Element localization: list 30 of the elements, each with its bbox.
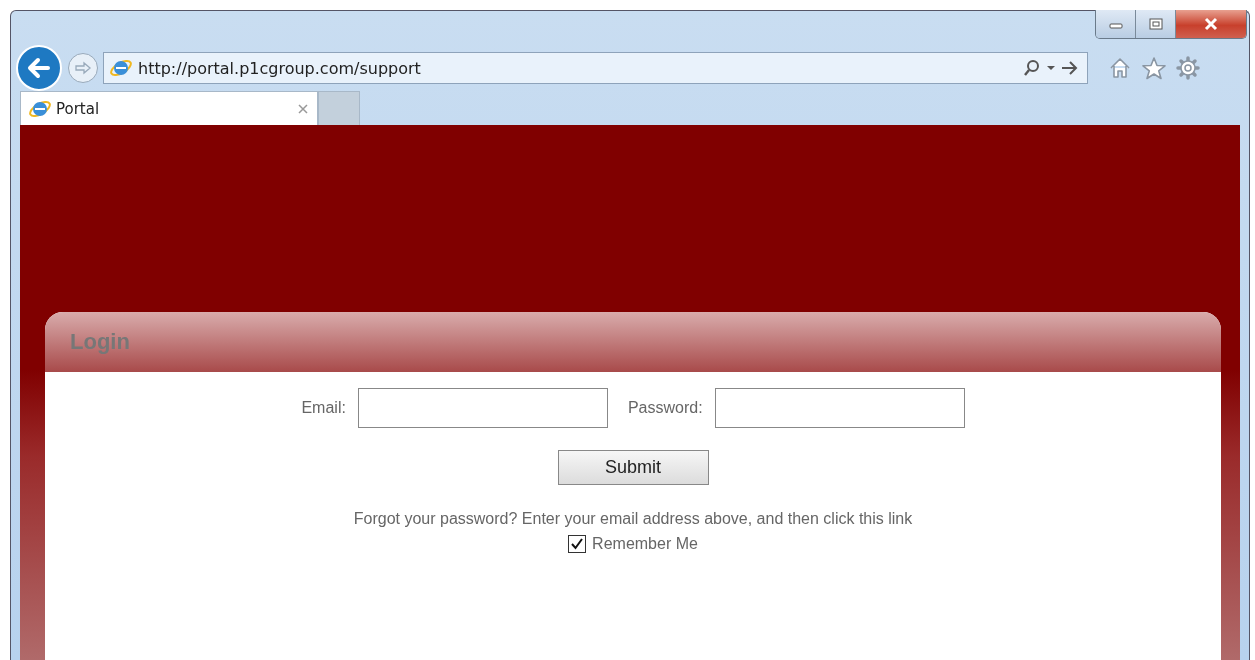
tab-title: Portal — [56, 99, 101, 118]
close-icon — [1203, 17, 1219, 31]
home-icon[interactable] — [1108, 56, 1132, 80]
minimize-button[interactable] — [1096, 10, 1136, 38]
browser-tab[interactable]: Portal — [20, 91, 318, 125]
back-button[interactable] — [16, 45, 62, 91]
favorites-star-icon[interactable] — [1141, 56, 1167, 80]
input-field[interactable] — [714, 388, 965, 428]
search-icon[interactable] — [1023, 59, 1041, 77]
address-text: http://portal.p1cgroup.com/support — [138, 58, 422, 78]
input-field[interactable] — [357, 388, 608, 428]
back-arrow-icon — [26, 57, 52, 79]
checkbox-label: Remember Me — [592, 535, 698, 553]
close-tab-icon[interactable] — [297, 102, 309, 115]
browser-logo-icon — [110, 57, 132, 79]
panel-title: Login — [70, 329, 130, 355]
remember-checkbox[interactable] — [568, 535, 587, 553]
submit-button[interactable]: Submit — [557, 450, 709, 485]
maximize-button[interactable] — [1136, 10, 1176, 38]
field-label: Password: — [627, 399, 703, 417]
dropdown-caret-icon[interactable] — [1047, 65, 1055, 71]
forgot-password-text: Forgot your password? Enter your email address above, and then click this link — [353, 509, 913, 529]
close-button[interactable] — [1176, 10, 1246, 38]
maximize-icon — [1147, 17, 1164, 31]
address-bar[interactable]: http://portal.p1cgroup.com/support — [103, 52, 1088, 84]
forward-arrow-icon — [74, 61, 92, 75]
forward-button[interactable] — [68, 53, 98, 83]
settings-icon[interactable] — [1176, 56, 1200, 80]
field-label: Email: — [301, 399, 346, 417]
go-arrow-icon[interactable] — [1061, 60, 1079, 76]
